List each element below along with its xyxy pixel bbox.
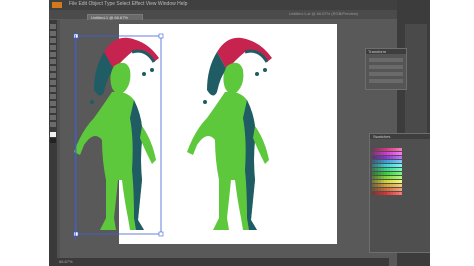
color-swatch[interactable] [399, 156, 402, 159]
type-tool-icon[interactable] [50, 45, 56, 50]
swatches-panel-title: Swatches [373, 134, 391, 139]
letterbox-right [430, 0, 474, 266]
rotate-tool-icon[interactable] [50, 87, 56, 92]
zoom-tool-icon[interactable] [50, 122, 56, 127]
transform-w-field[interactable] [369, 72, 403, 76]
color-swatch[interactable] [399, 164, 402, 167]
stroke-swatch[interactable] [50, 138, 56, 143]
transform-h-field[interactable] [369, 79, 403, 83]
scale-tool-icon[interactable] [50, 94, 56, 99]
vertical-ruler[interactable] [57, 20, 60, 266]
line-tool-icon[interactable] [50, 52, 56, 57]
eyedropper-tool-icon[interactable] [50, 108, 56, 113]
figure-right[interactable] [177, 30, 287, 240]
selection-guide [75, 35, 76, 240]
color-swatch[interactable] [399, 172, 402, 175]
rectangle-tool-icon[interactable] [50, 59, 56, 64]
color-swatch[interactable] [399, 160, 402, 163]
color-swatch[interactable] [399, 188, 402, 191]
gradient-tool-icon[interactable] [50, 101, 56, 106]
swatch-grid[interactable] [372, 148, 402, 196]
figure-left[interactable] [64, 30, 174, 240]
color-swatch[interactable] [399, 176, 402, 179]
color-swatch[interactable] [399, 192, 402, 195]
color-swatch[interactable] [399, 168, 402, 171]
direct-selection-tool-icon[interactable] [50, 31, 56, 36]
pencil-tool-icon[interactable] [50, 73, 56, 78]
document-title: Untitled-1.ai @ 66.67% (RGB/Preview) [289, 11, 358, 16]
tools-panel [49, 20, 57, 266]
color-swatch[interactable] [399, 148, 402, 151]
transform-y-field[interactable] [369, 65, 403, 69]
transform-panel[interactable]: Transform [365, 48, 407, 90]
transform-x-field[interactable] [369, 58, 403, 62]
zoom-level[interactable]: 66.67% [59, 259, 73, 264]
pen-tool-icon[interactable] [50, 38, 56, 43]
status-bar: 66.67% [49, 258, 389, 266]
illustrator-logo-icon [52, 2, 62, 8]
illustrator-window: File Edit Object Type Select Effect View… [49, 0, 430, 266]
menu-items[interactable]: File Edit Object Type Select Effect View… [69, 1, 187, 7]
letterbox-left [0, 0, 49, 266]
transform-panel-header[interactable]: Transform [366, 49, 406, 54]
selection-tool-icon[interactable] [50, 24, 56, 29]
hand-tool-icon[interactable] [50, 115, 56, 120]
transform-panel-title: Transform [368, 49, 387, 54]
eraser-tool-icon[interactable] [50, 80, 56, 85]
color-swatch[interactable] [399, 184, 402, 187]
menu-bar: File Edit Object Type Select Effect View… [49, 0, 430, 10]
brush-tool-icon[interactable] [50, 66, 56, 71]
swatches-panel[interactable]: Swatches [369, 133, 430, 253]
fill-swatch[interactable] [50, 132, 56, 137]
swatches-panel-header[interactable]: Swatches [370, 134, 430, 139]
color-swatch[interactable] [399, 180, 402, 183]
color-swatch[interactable] [399, 152, 402, 155]
